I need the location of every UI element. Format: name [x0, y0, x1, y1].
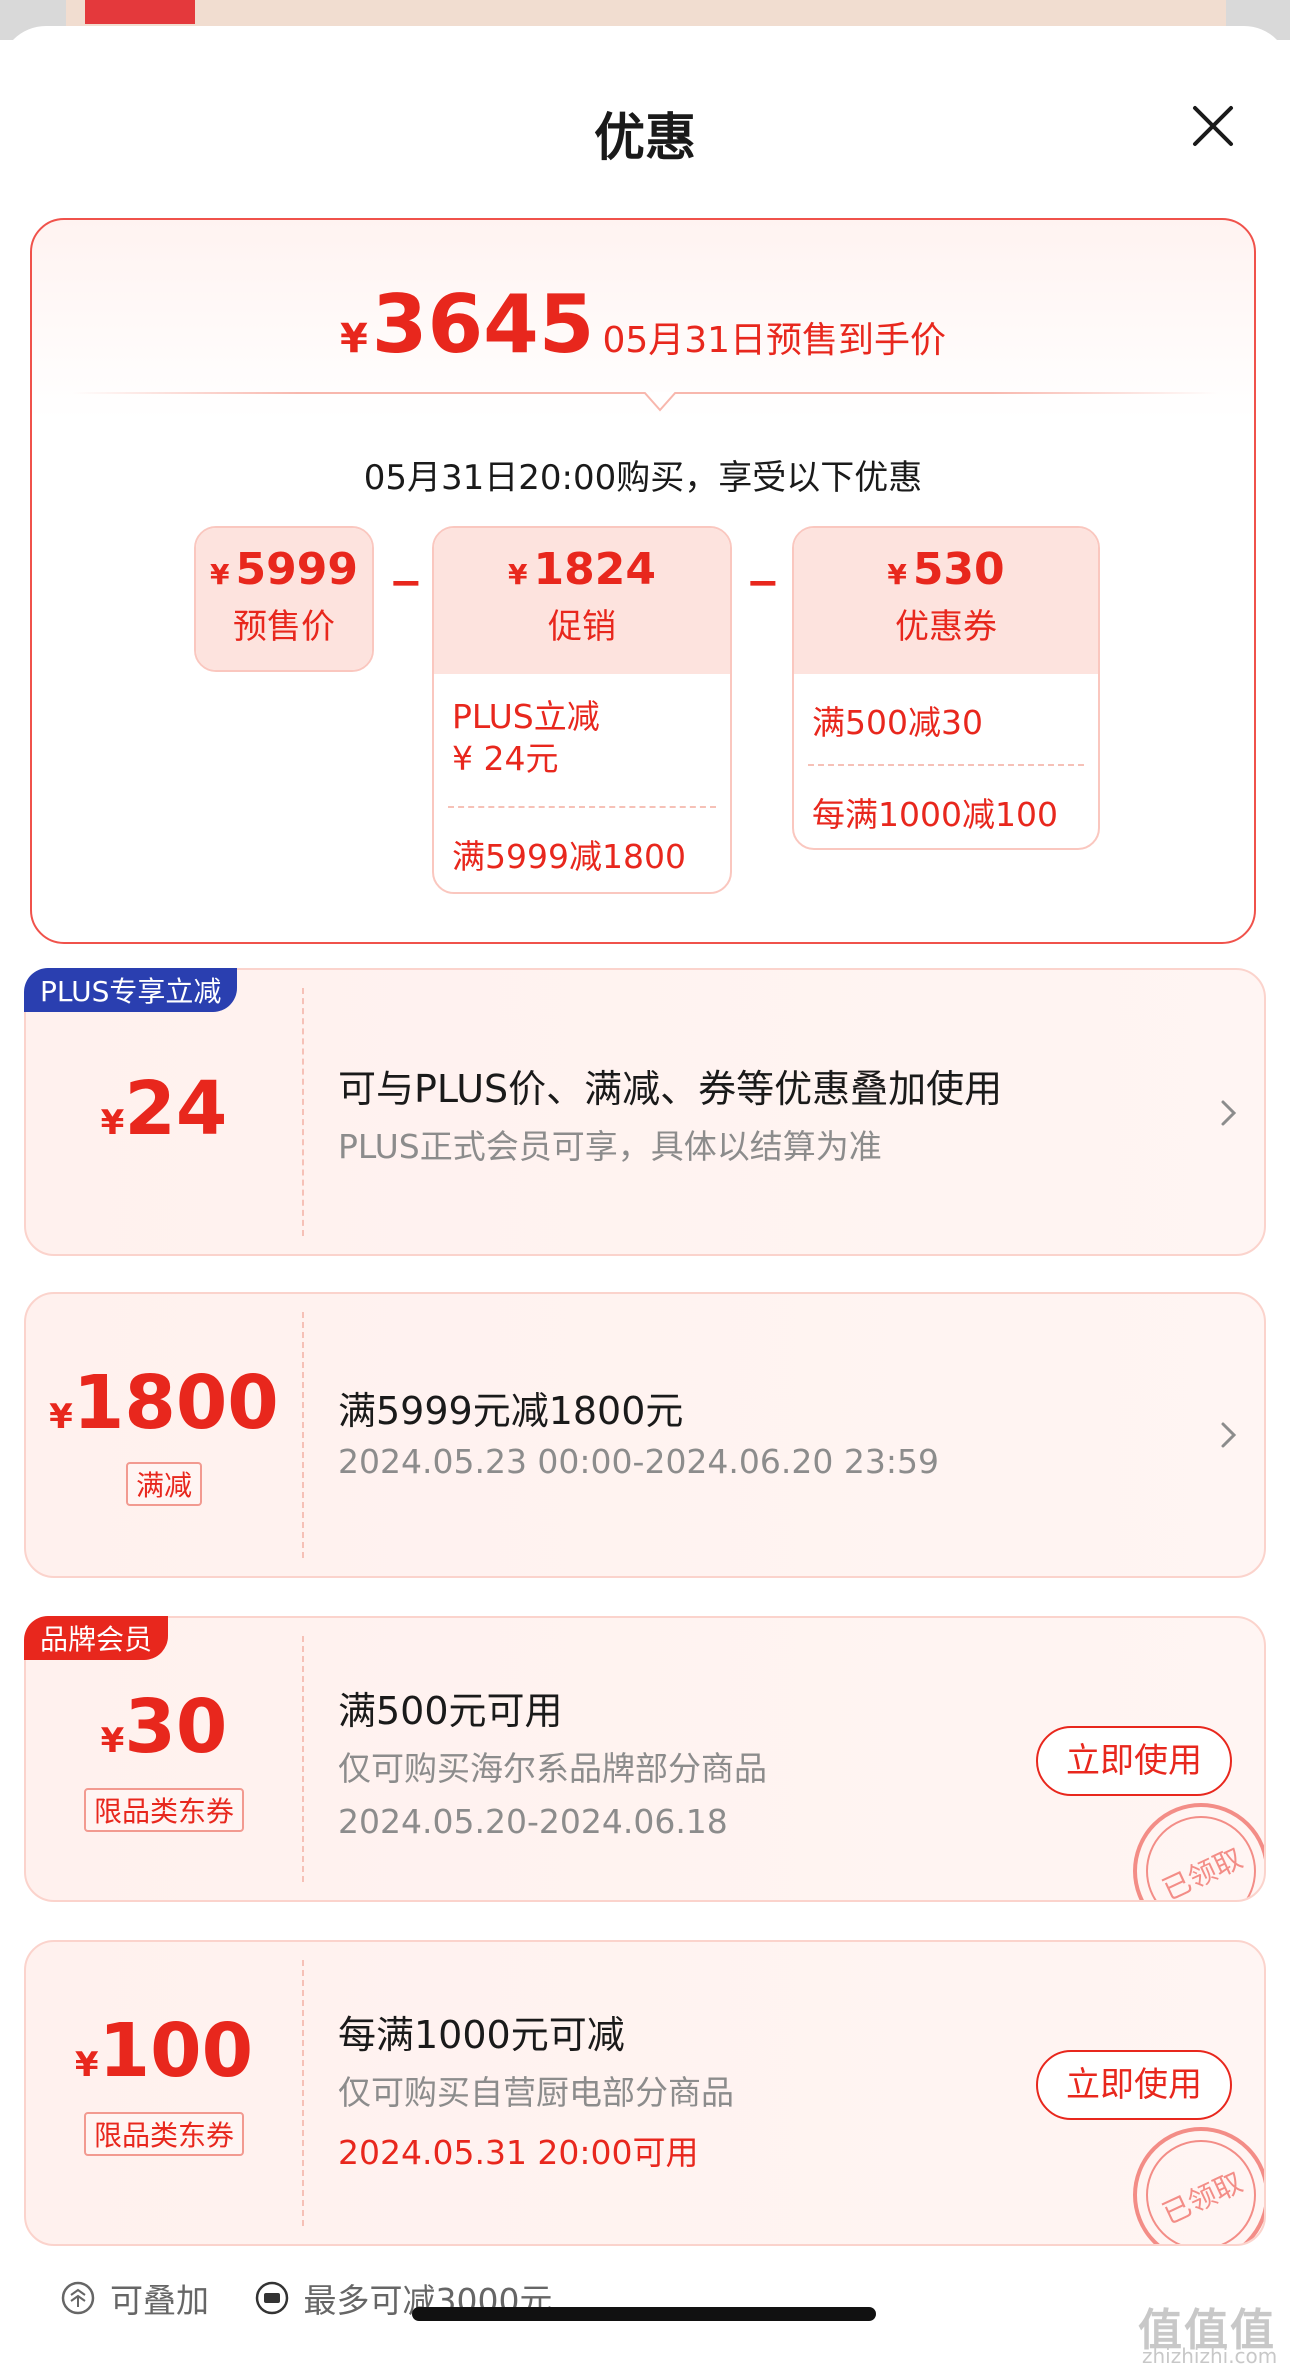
currency-symbol: ¥ [887, 558, 907, 591]
price-summary: ¥3645 05月31日预售到手价 05月31日20:00购买，享受以下优惠 ¥5… [30, 218, 1256, 944]
coupon-value: ¥30 限品类东券 [26, 1618, 302, 1900]
coupon-type-chip: 限品类东券 [83, 1788, 245, 1832]
stack-icon [61, 2281, 95, 2315]
promotion-row-fullcut: 满5999减1800 [452, 837, 686, 876]
use-now-button[interactable]: 立即使用 [1036, 1726, 1232, 1796]
claimed-stamp-icon: 已领取 [1133, 1803, 1264, 1902]
final-price-line: ¥3645 05月31日预售到手价 [32, 278, 1254, 371]
coupon-row-500: 满500减30 [812, 703, 983, 742]
watermark-site: zhizhizhi.com [1142, 2344, 1278, 2368]
coupon-amount: 1800 [72, 1360, 279, 1446]
full-reduction-card[interactable]: ¥1800 满减 满5999元减1800元 2024.05.23 00:00-2… [24, 1292, 1266, 1578]
breakdown-promotion: ¥1824 促销 PLUS立减 ¥ 24元 满5999减1800 [432, 526, 732, 894]
dashed-separator [302, 988, 304, 1236]
coupon-value: ¥24 [26, 970, 302, 1254]
promotion-amount: 1824 [533, 544, 656, 595]
currency-symbol: ¥ [339, 316, 368, 362]
background-banner [66, 0, 1226, 26]
stamp-text: 已领取 [1157, 1841, 1247, 1902]
coupon-label: 优惠券 [895, 607, 997, 647]
plus-badge: PLUS专享立减 [24, 968, 238, 1012]
currency-symbol: ¥ [100, 1103, 125, 1143]
currency-symbol: ¥ [49, 1397, 73, 1437]
ticket-icon [255, 2281, 288, 2315]
chevron-right-icon[interactable] [1218, 1420, 1240, 1450]
breakdown-coupons: ¥530 优惠券 满500减30 每满1000减100 [792, 526, 1100, 850]
dashed-separator [302, 1312, 304, 1558]
buy-time-note: 05月31日20:00购买，享受以下优惠 [363, 458, 923, 498]
presale-label: 预售价 [233, 607, 335, 647]
coupon-type-chip: 满减 [125, 1462, 203, 1506]
chevron-right-icon[interactable] [1218, 1098, 1240, 1128]
divider-notch [644, 392, 676, 412]
coupon-value: ¥100 限品类东券 [26, 1942, 302, 2244]
coupon-scope: 仅可购买自营厨电部分商品 [338, 2073, 734, 2112]
coupon-description: PLUS正式会员可享，具体以结算为准 [338, 1127, 882, 1166]
final-price: 3645 [371, 278, 595, 371]
coupon-title: 满500元可用 [338, 1689, 563, 1733]
claimed-stamp-icon: 已领取 [1133, 2127, 1264, 2244]
brand-coupon-card: ¥30 限品类东券 满500元可用 仅可购买海尔系品牌部分商品 2024.05.… [24, 1616, 1266, 1902]
coupon-validity: 2024.05.23 00:00-2024.06.20 23:59 [338, 1442, 939, 1481]
coupon-title: 满5999元减1800元 [338, 1389, 684, 1433]
minus-sign: − [389, 560, 423, 606]
sheet-title: 优惠 [593, 109, 696, 168]
coupon-type-chip: 限品类东券 [83, 2112, 245, 2156]
promotion-label: 促销 [548, 607, 616, 647]
coupon-value: ¥1800 满减 [26, 1294, 302, 1576]
coupon-row-1000: 每满1000减100 [812, 795, 1058, 834]
kitchen-coupon-card: ¥100 限品类东券 每满1000元可减 仅可购买自营厨电部分商品 2024.0… [24, 1940, 1266, 2246]
background-tag [85, 0, 195, 24]
brand-member-badge: 品牌会员 [24, 1616, 169, 1660]
coupon-availability: 2024.05.31 20:00可用 [338, 2133, 699, 2172]
coupon-scope: 仅可购买海尔系品牌部分商品 [338, 1749, 767, 1788]
minus-sign: − [746, 560, 780, 606]
coupon-amount: 530 [912, 544, 1005, 595]
promotion-row-plus: PLUS立减 ¥ 24元 [452, 697, 600, 778]
coupon-amount: 100 [98, 2008, 254, 2094]
coupon-amount: 30 [124, 1684, 228, 1770]
coupon-amount: 24 [124, 1066, 228, 1152]
stackable-label: 可叠加 [110, 2281, 209, 2320]
currency-symbol: ¥ [508, 558, 528, 591]
close-icon[interactable] [1185, 98, 1241, 154]
dashed-separator [302, 1636, 304, 1882]
home-indicator[interactable] [412, 2307, 876, 2321]
discount-sheet: 优惠 ¥3645 05月31日预售到手价 05月31日20:00购买，享受以下优惠… [0, 26, 1290, 2368]
final-price-caption: 05月31日预售到手价 [602, 320, 947, 361]
breakdown-presale: ¥5999 预售价 [194, 526, 374, 672]
currency-symbol: ¥ [210, 558, 230, 591]
dashed-separator [302, 1960, 304, 2226]
presale-amount: 5999 [235, 544, 358, 595]
currency-symbol: ¥ [74, 2045, 99, 2085]
use-now-button[interactable]: 立即使用 [1036, 2050, 1232, 2120]
coupon-title: 可与PLUS价、满减、券等优惠叠加使用 [338, 1067, 1003, 1111]
coupon-title: 每满1000元可减 [338, 2013, 625, 2057]
currency-symbol: ¥ [100, 1721, 125, 1761]
stamp-text: 已领取 [1157, 2165, 1247, 2230]
coupon-validity: 2024.05.20-2024.06.18 [338, 1802, 728, 1841]
